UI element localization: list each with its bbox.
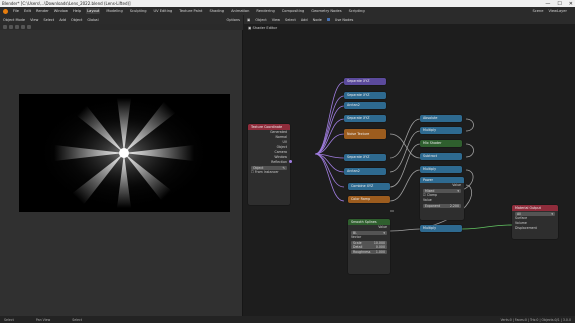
rotate-tool-icon[interactable]	[21, 25, 25, 29]
status-select: Select	[4, 317, 14, 322]
render-preview	[19, 94, 230, 212]
input-value: Value	[423, 198, 432, 202]
status-pan-view: Pan View	[35, 317, 51, 322]
scale-tool-icon[interactable]	[27, 25, 31, 29]
node-color-ramp[interactable]: Color Ramp	[348, 196, 390, 203]
scene-selector[interactable]: Scene	[532, 9, 543, 13]
tab-uv-editing[interactable]: UV Editing	[153, 8, 174, 14]
node-combine-xyz[interactable]: Combine XYZ	[348, 183, 390, 190]
menu-help[interactable]: Help	[73, 9, 81, 13]
tab-animation[interactable]: Animation	[230, 8, 250, 14]
tab-sculpting[interactable]: Sculpting	[129, 8, 148, 14]
output-value: Value	[378, 225, 387, 229]
input-vector: Vector	[351, 235, 362, 239]
roughness-field[interactable]: Roughness 1.000	[351, 249, 387, 254]
minimize-icon[interactable]: —	[545, 1, 550, 7]
scale-field[interactable]: Scale 10.000	[351, 240, 387, 245]
node-mix-shader[interactable]: Mix Shader	[420, 140, 462, 147]
blender-logo-icon[interactable]	[3, 8, 8, 14]
tab-layout[interactable]: Layout	[86, 8, 101, 14]
select-tool-icon[interactable]	[3, 25, 7, 29]
menu-window[interactable]: Window	[54, 9, 68, 13]
viewport-header: Object Mode View Select Add Object Globa…	[0, 15, 243, 24]
close-icon[interactable]: ✕	[569, 1, 573, 7]
menu-file[interactable]: File	[13, 9, 19, 13]
node-material-output[interactable]: Material Output All ▾ Surface Volume Disp…	[512, 205, 558, 239]
mode-dropdown[interactable]: Mixed ▾	[423, 188, 461, 193]
window-controls: — ☐ ✕	[545, 0, 573, 7]
status-bar: Select Pan View Select Verts:0 | Faces:0…	[0, 316, 575, 323]
mode-selector[interactable]: Object Mode	[3, 18, 25, 22]
view-layer-selector[interactable]: ViewLayer	[548, 9, 567, 13]
exponent-field[interactable]: Exponent 2.200	[423, 203, 461, 208]
node-absolute[interactable]: Absolute	[420, 115, 462, 122]
socket-object[interactable]	[288, 160, 292, 163]
node-arctan2[interactable]: Arctan2	[344, 168, 386, 175]
checkbox-icon[interactable]: ☐	[251, 170, 254, 174]
menu-edit[interactable]: Edit	[24, 9, 31, 13]
tab-geometry-nodes[interactable]: Geometry Nodes	[310, 8, 342, 14]
transform-orientation[interactable]: Global	[87, 18, 98, 22]
viewport-toolbar	[0, 24, 243, 30]
output-reflection: Reflection	[271, 160, 287, 164]
node-separate-xyz[interactable]: Separate XYZ	[344, 154, 386, 161]
menu-render[interactable]: Render	[36, 9, 49, 13]
scene-statistics: Verts:0 | Faces:0 | Tris:0 | Objects:0/1…	[500, 317, 571, 322]
window-title: Blender* [C:\Users\...\Downloads\Lens_20…	[2, 1, 131, 6]
node-separate-xyz[interactable]: Separate XYZ	[344, 115, 386, 122]
shader-editor: ▣ Object View Select Add Node Use Nodes …	[244, 15, 575, 316]
window-titlebar: Blender* [C:\Users\...\Downloads\Lens_20…	[0, 0, 575, 7]
node-noise-texture[interactable]: Noise Texture	[344, 129, 386, 139]
node-multiply[interactable]: Multiply	[420, 127, 462, 134]
node-separate-xyz[interactable]: Separate XYZ	[344, 92, 386, 99]
node-subtract[interactable]: Subtract	[420, 153, 462, 160]
node-power[interactable]: Power Value Mixed ▾ ☑ Clamp Value Exponen…	[420, 177, 464, 220]
chevron-down-icon: ▾	[383, 230, 385, 235]
object-field[interactable]: Object ✎	[251, 165, 287, 170]
node-texture-coordinate[interactable]: Texture Coordinate Generated Normal UV O…	[248, 124, 292, 205]
detail-field[interactable]: Detail 0.000	[351, 245, 387, 249]
tab-shading[interactable]: Shading	[208, 8, 225, 14]
from-instancer-checkbox[interactable]: ☐ From Instancer	[248, 170, 290, 175]
tab-compositing[interactable]: Compositing	[281, 8, 306, 14]
node-wires	[314, 81, 513, 232]
type-dropdown[interactable]: Bl. ▾	[351, 230, 387, 235]
target-dropdown[interactable]: All ▾	[515, 211, 555, 216]
viewport-menu-view[interactable]: View	[30, 18, 38, 22]
chevron-down-icon: ▾	[551, 211, 553, 216]
tab-scripting[interactable]: Scripting	[348, 8, 366, 14]
top-menubar: File Edit Render Window Help Layout Mode…	[0, 7, 575, 15]
lens-flare-render	[19, 94, 230, 212]
status-select-2: Select	[72, 317, 83, 322]
maximize-icon[interactable]: ☐	[557, 1, 561, 7]
input-displacement: Displacement	[515, 226, 537, 230]
viewport-menu-add[interactable]: Add	[59, 18, 66, 22]
viewport-editor: Object Mode View Select Add Object Globa…	[0, 15, 243, 316]
chevron-down-icon: ▾	[457, 188, 459, 193]
viewport-menu-object[interactable]: Object	[71, 18, 82, 22]
cursor-tool-icon[interactable]	[9, 25, 13, 29]
tab-texture-paint[interactable]: Texture Paint	[178, 8, 203, 14]
node-arctan2[interactable]: Arctan2	[344, 102, 386, 109]
tab-modeling[interactable]: Modeling	[105, 8, 123, 14]
eyedropper-icon[interactable]: ✎	[282, 166, 285, 170]
node-multiply[interactable]: Multiply	[420, 225, 462, 232]
node-smooth-splines[interactable]: Smooth Splines Value Bl. ▾ Vector Scale 10…	[348, 219, 390, 274]
checkbox-icon[interactable]: ☑	[423, 193, 426, 197]
move-tool-icon[interactable]	[15, 25, 19, 29]
node-multiply[interactable]: Multiply	[420, 166, 462, 173]
options-dropdown[interactable]: Options	[226, 18, 240, 22]
viewport-menu-select[interactable]: Select	[43, 18, 54, 22]
tab-rendering[interactable]: Rendering	[255, 8, 275, 14]
output-value: Value	[452, 183, 461, 187]
node-separate-xyz[interactable]: Separate XYZ	[344, 78, 386, 85]
